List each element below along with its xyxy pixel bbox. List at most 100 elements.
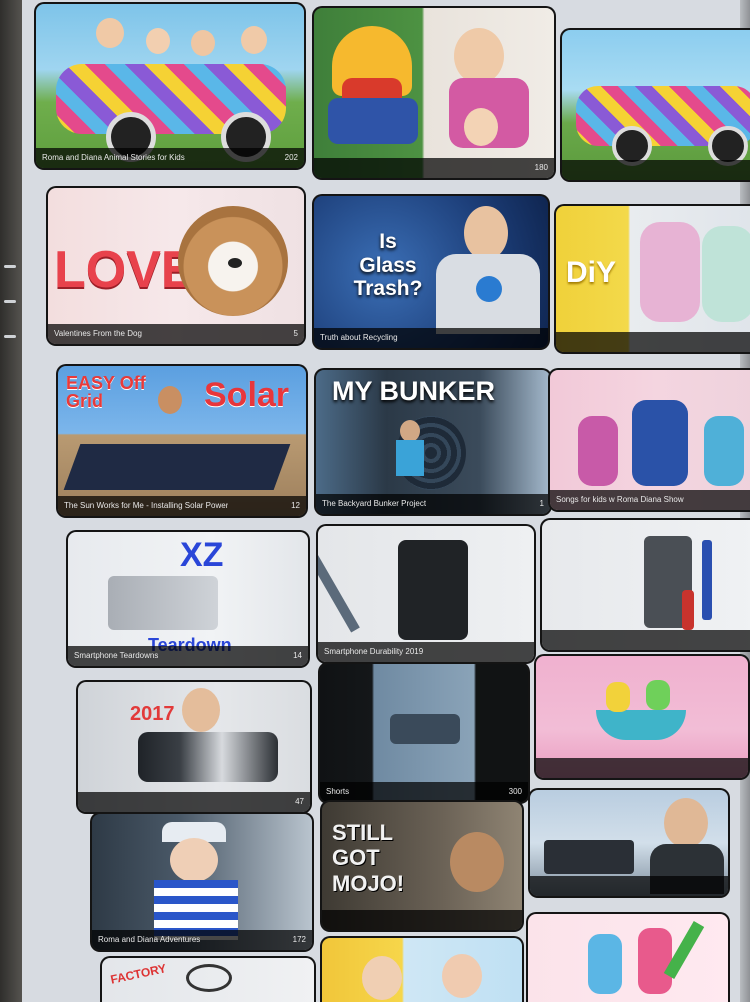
- thumbnail-overlay-text: MY BUNKER: [332, 376, 496, 406]
- thumbnail-image: MY BUNKER: [316, 370, 550, 514]
- tile-count: 202: [284, 153, 298, 162]
- thumbnail-overlay-text: FACTORY: [109, 961, 168, 987]
- girl-figure: [704, 416, 744, 486]
- playlist-tile[interactable]: [562, 30, 750, 180]
- backpack: [702, 226, 750, 322]
- kid-face: [146, 28, 170, 54]
- playlist-tile[interactable]: Shorts 300: [320, 664, 528, 802]
- dog-nose: [228, 258, 242, 268]
- costume-arms: [328, 98, 418, 144]
- backpack: [640, 222, 700, 322]
- playlist-tile[interactable]: [542, 520, 750, 650]
- tile-caption: [562, 160, 750, 180]
- bezel-mark: [4, 300, 16, 303]
- bicycle: [544, 840, 634, 874]
- tile-title: Shorts: [326, 787, 350, 796]
- playlist-tile[interactable]: 2017 47: [78, 682, 310, 812]
- kid-figure: [606, 682, 630, 712]
- lighter: [682, 590, 694, 630]
- playlist-tile[interactable]: DiY: [556, 206, 750, 352]
- mom-face: [454, 28, 504, 84]
- thumbnail-image: EASY Off Grid Solar: [58, 366, 306, 516]
- tile-title: Roma and Diana Adventures: [98, 935, 201, 944]
- thumbnail-overlay-text: XZ: [180, 536, 224, 574]
- thumbnail-overlay-text: DiY: [566, 256, 617, 289]
- thumbnail-image: [562, 30, 750, 180]
- tile-caption: 47: [78, 792, 310, 812]
- photo-of-tv-screen: Roma and Diana Animal Stories for Kids 2…: [0, 0, 750, 1002]
- kid-face: [191, 30, 215, 56]
- thumbnail-image: [314, 8, 554, 178]
- tile-caption: [530, 876, 728, 896]
- thumbnail-image: LOVE: [48, 188, 304, 344]
- man-head: [400, 420, 420, 442]
- train: [390, 714, 460, 744]
- playlist-tile[interactable]: XZ Teardown Smartphone Teardowns 14: [68, 532, 308, 666]
- girl-figure: [578, 416, 618, 486]
- thumbnail-image: [36, 4, 304, 168]
- kid-face: [241, 26, 267, 54]
- tool: [318, 549, 360, 633]
- playlist-tile[interactable]: Roma and Diana Animal Stories for Kids 2…: [36, 4, 304, 168]
- presenter-face: [182, 688, 220, 732]
- playlist-tile[interactable]: 180: [314, 8, 554, 178]
- phone-back: [108, 576, 218, 630]
- logo-mark: [186, 964, 232, 992]
- tile-caption: [542, 630, 750, 650]
- kid-face: [96, 18, 124, 48]
- presenter-face: [464, 206, 508, 260]
- tile-title: The Backyard Bunker Project: [322, 499, 427, 508]
- boy-pilot-figure: [632, 400, 688, 486]
- tile-caption: 180: [314, 158, 554, 178]
- playlist-tile[interactable]: EASY Off Grid Solar The Sun Works for Me…: [58, 366, 306, 516]
- playlist-tile[interactable]: Smartphone Durability 2019: [318, 526, 534, 662]
- tile-caption: Shorts 300: [320, 782, 528, 802]
- tile-count: 47: [295, 797, 304, 806]
- tile-title: Truth about Recycling: [320, 333, 398, 342]
- thumbnail-image: [322, 938, 522, 1002]
- playlist-tile[interactable]: [530, 790, 728, 896]
- thumbnail-overlay-text: 2017: [130, 703, 175, 725]
- thumbnail-image: [550, 370, 750, 510]
- bezel-mark: [4, 335, 16, 338]
- tile-count: 1: [539, 499, 544, 508]
- solar-panel: [63, 444, 291, 490]
- bezel-mark: [4, 265, 16, 268]
- tile-title: Songs for kids w Roma Diana Show: [556, 495, 684, 504]
- playlist-tile[interactable]: [536, 656, 748, 778]
- thumbnail-image: FACTORY: [102, 958, 314, 1002]
- playlist-tile[interactable]: Songs for kids w Roma Diana Show: [550, 370, 750, 510]
- tile-caption: [556, 332, 750, 352]
- tile-count: 180: [534, 163, 548, 172]
- playlist-tile[interactable]: FACTORY: [102, 958, 314, 1002]
- tile-count: 12: [291, 501, 300, 510]
- playlist-tile[interactable]: LOVE Valentines From the Dog 5: [48, 188, 304, 344]
- thumbnail-overlay-text: Is Glass Trash?: [353, 230, 423, 301]
- tile-caption: Roma and Diana Animal Stories for Kids 2…: [36, 148, 304, 168]
- tile-caption: [536, 758, 748, 778]
- playlist-tile[interactable]: [322, 938, 522, 1002]
- playlist-tile[interactable]: Is Glass Trash? Truth about Recycling: [314, 196, 548, 348]
- playlist-tile[interactable]: [528, 914, 728, 1002]
- playlist-tile[interactable]: STILL GOT MOJO!: [322, 802, 522, 930]
- phones-fan: [138, 732, 278, 782]
- tile-caption: Smartphone Durability 2019: [318, 642, 534, 662]
- worker-head: [158, 386, 182, 414]
- thumbnail-overlay-text: LOVE: [54, 241, 196, 299]
- kid-face: [464, 108, 498, 146]
- tile-count: 5: [293, 329, 298, 338]
- tile-title: Valentines From the Dog: [54, 329, 142, 338]
- tile-caption: Smartphone Teardowns 14: [68, 646, 308, 666]
- kid-face: [170, 838, 218, 882]
- tile-count: 14: [293, 651, 302, 660]
- tile-count: 300: [508, 787, 522, 796]
- tile-caption: Valentines From the Dog 5: [48, 324, 304, 344]
- playlist-tile[interactable]: Roma and Diana Adventures 172: [92, 814, 312, 950]
- thumbnail-image: DiY: [556, 206, 750, 352]
- tile-caption: Truth about Recycling: [314, 328, 548, 348]
- tile-title: Roma and Diana Animal Stories for Kids: [42, 153, 185, 162]
- utility-knife: [702, 540, 712, 620]
- playlist-tile[interactable]: MY BUNKER The Backyard Bunker Project 1: [316, 370, 550, 514]
- kid-figure: [646, 680, 670, 710]
- tile-count: 172: [292, 935, 306, 944]
